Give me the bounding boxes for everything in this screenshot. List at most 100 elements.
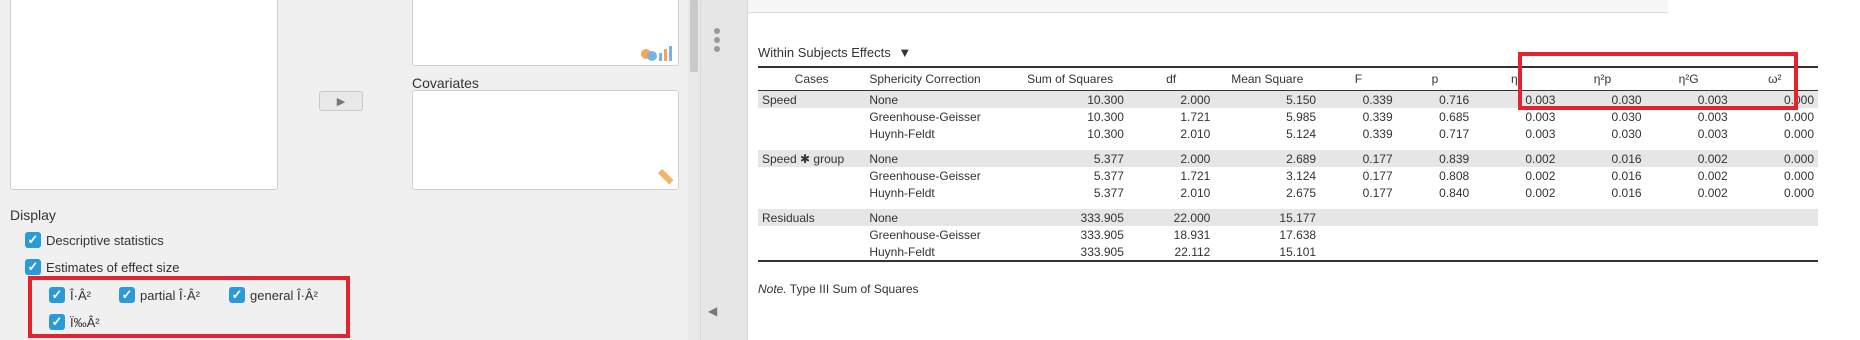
effect-size-checkbox[interactable]: ✓ (25, 259, 41, 275)
table-cell: 17.638 (1279, 227, 1317, 242)
table-cell: 0.003 (1525, 109, 1556, 124)
table-cell: 0.016 (1611, 185, 1642, 200)
table-cell: 0.177 (1362, 168, 1393, 183)
results-top-band (748, 0, 1668, 13)
table-cell (758, 125, 865, 142)
table-cell (758, 243, 866, 262)
table-cell: 0.000 (1731, 150, 1818, 167)
note-text: Type III Sum of Squares (786, 282, 919, 296)
descriptive-checkbox[interactable]: ✓ (25, 232, 41, 248)
highlight-box-effect-size-columns (1518, 52, 1798, 110)
col-header: Sum of Squares (1012, 66, 1128, 91)
table-cell: 0.003 (1697, 126, 1728, 141)
table-cell (1473, 226, 1559, 243)
table-note: Note. Type III Sum of Squares (758, 282, 919, 296)
table-cell: 2.675 (1286, 185, 1317, 200)
table-cell (1732, 226, 1818, 243)
results-panel: Within Subjects Effects ▼ Cases Spherici… (748, 0, 1860, 340)
table-row: Residuals None 333.905 22.000 15.177 (758, 209, 1818, 226)
group-spacer (758, 142, 1818, 150)
table-body: Speed None 10.300 2.000 5.150 0.339 0.716 0.003… (758, 90, 1818, 262)
table-row: Huynh-Feldt 5.377 2.010 2.675 0.177 0.840 0.00… (758, 184, 1818, 201)
table-cell (1397, 226, 1474, 243)
col-header: df (1127, 66, 1215, 91)
table-cell (1320, 226, 1397, 243)
drag-handle-dot (714, 37, 720, 43)
scrollbar-thumb[interactable] (690, 0, 698, 72)
table-cell: 0.000 (1783, 168, 1814, 183)
variables-list[interactable] (10, 0, 278, 190)
table-cell: 2.000 (1127, 150, 1215, 167)
table-row: Greenhouse-Geisser 333.905 18.931 17.638 (758, 226, 1818, 243)
ruler-icon (657, 168, 674, 185)
table-cell: 0.003 (1525, 126, 1556, 141)
table-cell: 0.002 (1525, 185, 1556, 200)
table-cell: 0.000 (1783, 126, 1814, 141)
table-cell: 1.721 (1180, 109, 1211, 124)
table-cell: 333.905 (1080, 227, 1124, 242)
table-cell: 2.000 (1127, 90, 1215, 108)
table-cell: Greenhouse-Geisser (869, 109, 981, 124)
col-header: p (1396, 66, 1474, 91)
table-cell (758, 184, 865, 201)
drag-handle-dot (714, 28, 720, 34)
table-cell (1646, 226, 1732, 243)
table-cell: None (865, 150, 1013, 167)
table-cell: 0.839 (1396, 150, 1474, 167)
collapse-panel-icon[interactable]: ◀ (708, 304, 717, 318)
table-cell: 1.721 (1180, 168, 1211, 183)
section-title[interactable]: Within Subjects Effects ▼ (758, 45, 911, 60)
table-cell: 0.840 (1439, 185, 1470, 200)
table-cell: 0.717 (1439, 126, 1470, 141)
table-cell: 15.177 (1214, 209, 1321, 226)
table-cell: 0.339 (1362, 126, 1393, 141)
dropdown-arrow-icon[interactable]: ▼ (898, 45, 911, 60)
panel-divider[interactable] (700, 0, 748, 340)
covariates-box[interactable] (412, 90, 679, 190)
table-cell: None (865, 209, 1013, 226)
table-cell: Greenhouse-Geisser (869, 227, 981, 242)
table-cell: 5.377 (1012, 150, 1128, 167)
note-prefix: Note. (758, 282, 787, 296)
table-cell: Huynh-Feldt (865, 243, 1013, 262)
table-cell: Huynh-Feldt (869, 126, 935, 141)
effect-size-label: Estimates of effect size (46, 260, 180, 275)
move-variable-button[interactable]: ▶ (319, 91, 363, 111)
col-header: Sphericity Correction (865, 66, 1013, 91)
section-title-text: Within Subjects Effects (758, 45, 891, 60)
table-cell (1559, 243, 1646, 262)
table-cell: 0.016 (1611, 168, 1642, 183)
table-cell: 0.685 (1439, 109, 1470, 124)
display-label: Display (10, 207, 56, 223)
col-header: Mean Square (1214, 66, 1321, 91)
table-cell: 5.150 (1214, 90, 1321, 108)
table-cell: 0.339 (1362, 109, 1393, 124)
table-cell (1396, 243, 1474, 262)
table-cell: 2.689 (1214, 150, 1321, 167)
table-cell: Speed (758, 90, 866, 108)
table-cell (758, 226, 865, 243)
table-cell: 3.124 (1286, 168, 1317, 183)
factors-box[interactable] (412, 0, 679, 66)
table-cell: 0.002 (1645, 150, 1732, 167)
table-cell (1731, 209, 1818, 226)
table-row: Greenhouse-Geisser 10.300 1.721 5.985 0.339 0… (758, 108, 1818, 125)
table-cell: 0.000 (1783, 185, 1814, 200)
table-cell (1559, 226, 1645, 243)
table-row: Huynh-Feldt 10.300 2.010 5.124 0.339 0.717 0.0… (758, 125, 1818, 142)
table-cell: 0.177 (1362, 185, 1393, 200)
spacer-cell (758, 142, 1818, 150)
group-spacer (758, 201, 1818, 209)
table-cell: 0.339 (1320, 90, 1397, 108)
table-cell: 10.300 (1087, 109, 1124, 124)
table-cell: 0.030 (1611, 109, 1642, 124)
spacer-cell (758, 201, 1818, 209)
table-cell: 0.716 (1396, 90, 1474, 108)
table-cell: Residuals (758, 209, 866, 226)
drag-handle-dot (714, 46, 720, 52)
highlight-box-effect-size-options (28, 276, 350, 338)
table-cell (1559, 209, 1646, 226)
table-cell: 0.002 (1525, 168, 1556, 183)
col-header: F (1320, 66, 1397, 91)
table-cell: 0.002 (1473, 150, 1560, 167)
